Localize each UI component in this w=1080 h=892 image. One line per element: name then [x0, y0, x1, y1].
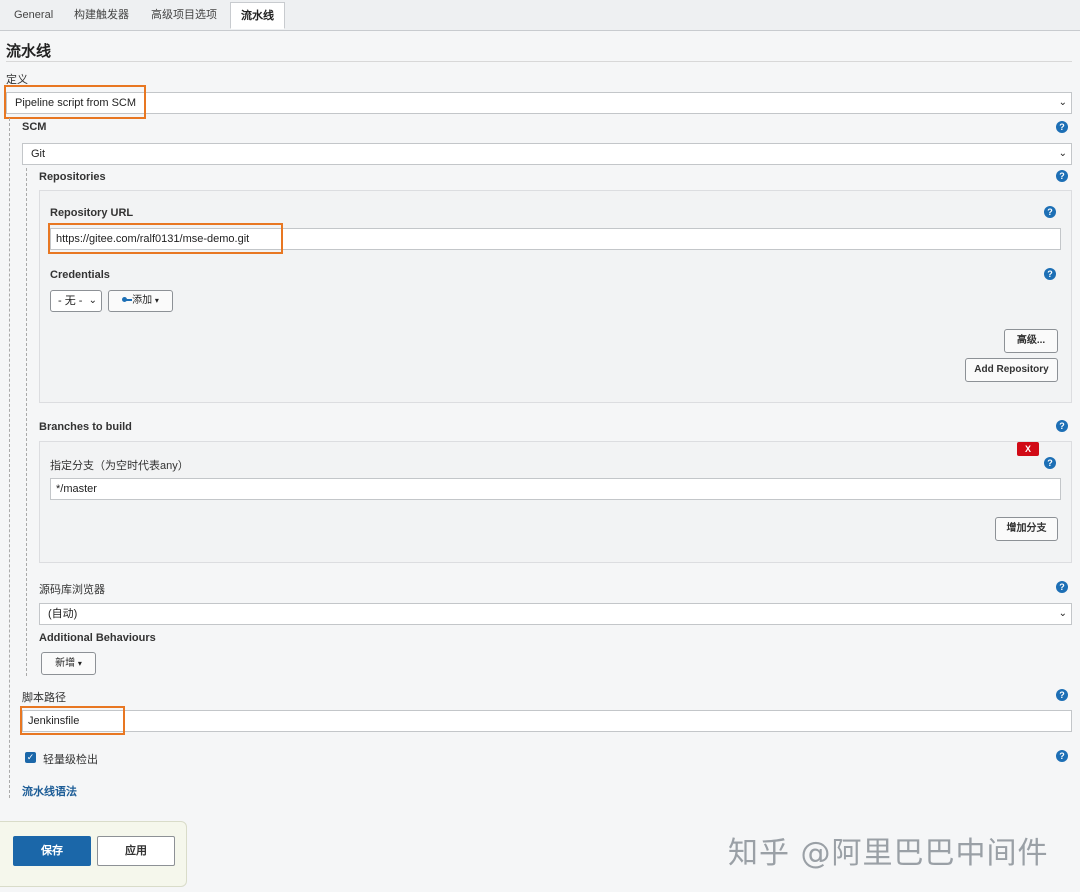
add-branch-button[interactable]: 增加分支	[995, 517, 1058, 541]
remove-branch-button[interactable]: X	[1017, 442, 1039, 456]
pipeline-syntax-link[interactable]: 流水线语法	[22, 783, 77, 799]
repository-panel	[39, 190, 1072, 403]
scm-value: Git	[31, 148, 46, 160]
advanced-button[interactable]: 高级...	[1004, 329, 1058, 353]
branches-label: Branches to build	[39, 421, 132, 433]
divider	[6, 61, 1072, 62]
credentials-label: Credentials	[50, 269, 110, 281]
credentials-value: - 无 -	[58, 295, 83, 307]
nesting-guide-outer	[9, 118, 10, 798]
caret-down-icon: ▾	[154, 296, 159, 305]
section-title: 流水线	[6, 43, 52, 60]
lightweight-checkout-label: 轻量级检出	[43, 754, 98, 766]
add-behaviour-button[interactable]: 新增 ▾	[41, 652, 96, 675]
tab-bar: General 构建触发器 高级项目选项 流水线	[0, 0, 1080, 31]
repository-browser-select[interactable]: (自动) ⌄	[39, 603, 1072, 625]
script-path-label: 脚本路径	[22, 692, 66, 704]
branch-panel	[39, 441, 1072, 563]
help-icon[interactable]: ?	[1056, 581, 1068, 593]
lightweight-checkout-checkbox[interactable]: ✓	[25, 752, 36, 763]
additional-behaviours-label: Additional Behaviours	[39, 632, 156, 644]
highlight-box-definition	[4, 85, 146, 119]
tab-advanced-project-options[interactable]: 高级项目选项	[141, 2, 227, 29]
credentials-select[interactable]: - 无 - ⌄	[50, 290, 102, 312]
repository-browser-value: (自动)	[48, 608, 78, 620]
chevron-down-icon: ⌄	[1058, 97, 1067, 108]
highlight-box-script-path	[20, 706, 125, 735]
repository-browser-label: 源码库浏览器	[39, 584, 105, 596]
definition-select[interactable]: Pipeline script from SCM ⌄	[6, 92, 1072, 114]
help-icon[interactable]: ?	[1044, 268, 1056, 280]
tab-build-triggers[interactable]: 构建触发器	[64, 2, 139, 29]
repository-url-label: Repository URL	[50, 207, 134, 219]
watermark: 知乎 @阿里巴巴中间件	[728, 836, 1049, 871]
help-icon[interactable]: ?	[1056, 121, 1068, 133]
chevron-down-icon: ⌄	[1058, 148, 1067, 159]
add-repository-button[interactable]: Add Repository	[965, 358, 1058, 382]
save-button[interactable]: 保存	[13, 836, 91, 866]
nesting-guide-inner	[26, 168, 27, 676]
add-credentials-label: 添加	[132, 295, 153, 306]
branch-specifier-label: 指定分支（为空时代表any）	[50, 460, 189, 472]
add-behaviour-label: 新增	[55, 658, 76, 669]
help-icon[interactable]: ?	[1044, 206, 1056, 218]
add-credentials-button[interactable]: 添加 ▾	[108, 290, 173, 312]
tab-pipeline[interactable]: 流水线	[230, 2, 285, 29]
key-icon	[122, 297, 133, 303]
help-icon[interactable]: ?	[1044, 457, 1056, 469]
help-icon[interactable]: ?	[1056, 170, 1068, 182]
caret-down-icon: ▾	[77, 659, 82, 668]
help-icon[interactable]: ?	[1056, 689, 1068, 701]
repositories-label: Repositories	[39, 171, 106, 183]
chevron-down-icon: ⌄	[88, 295, 97, 306]
help-icon[interactable]: ?	[1056, 420, 1068, 432]
chevron-down-icon: ⌄	[1058, 608, 1067, 619]
script-path-input[interactable]: Jenkinsfile	[22, 710, 1072, 732]
branch-specifier-input[interactable]: */master	[50, 478, 1061, 500]
highlight-box-repository-url	[48, 223, 283, 254]
tab-general[interactable]: General	[4, 2, 63, 29]
scm-select[interactable]: Git ⌄	[22, 143, 1072, 165]
scm-label: SCM	[22, 121, 47, 133]
help-icon[interactable]: ?	[1056, 750, 1068, 762]
apply-button[interactable]: 应用	[97, 836, 175, 866]
